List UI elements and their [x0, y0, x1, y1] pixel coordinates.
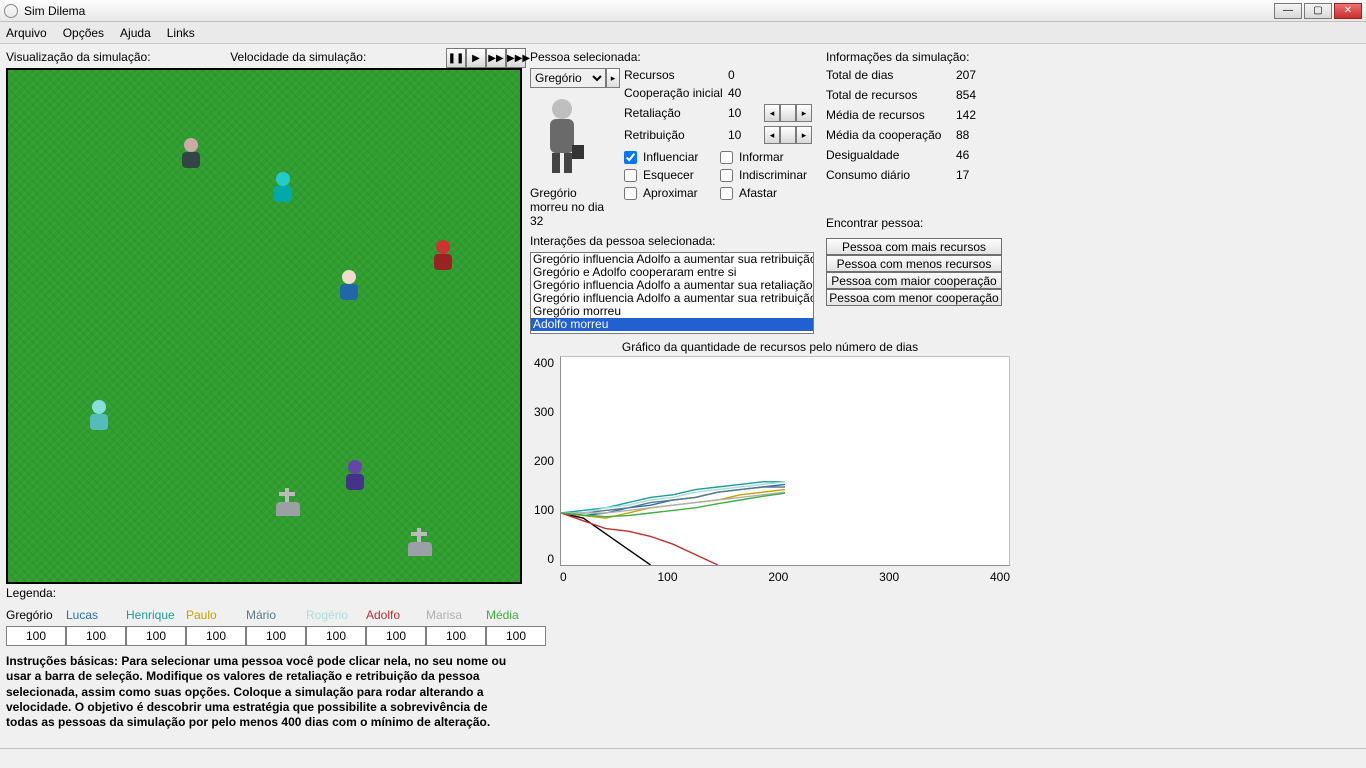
dias-value: 207	[956, 68, 1006, 82]
media-coop-label: Média da cooperação	[826, 128, 956, 142]
person-select-step[interactable]: ▸	[606, 68, 620, 88]
legend-value-1[interactable]	[66, 626, 126, 646]
desig-label: Desigualdade	[826, 148, 956, 162]
chart-canvas	[560, 356, 1010, 566]
sprite-marisa[interactable]	[178, 138, 204, 172]
dias-label: Total de dias	[826, 68, 956, 82]
sprite-lucas[interactable]	[336, 270, 362, 304]
list-item[interactable]: Adolfo morreu	[531, 318, 813, 331]
menu-links[interactable]: Links	[167, 26, 195, 40]
retal-up-button[interactable]: ▸	[796, 104, 812, 122]
check-afastar[interactable]	[720, 187, 733, 200]
app-icon	[4, 4, 18, 18]
retal-value: 10	[728, 106, 764, 120]
legend-value-2[interactable]	[126, 626, 186, 646]
check-aproximar[interactable]	[624, 187, 637, 200]
speed-faster-button[interactable]: ▶▶▶	[506, 48, 526, 68]
instructions-text: Instruções básicas: Para selecionar uma …	[6, 654, 522, 731]
legend-grid: Gregório Lucas Henrique Paulo Mário Rogé…	[6, 608, 526, 646]
window-title: Sim Dilema	[24, 4, 1274, 18]
recursos-total-label: Total de recursos	[826, 88, 956, 102]
menu-opcoes[interactable]: Opções	[63, 26, 104, 40]
legend-name-1[interactable]: Lucas	[66, 608, 122, 624]
grave-2[interactable]	[408, 528, 432, 556]
consumo-value: 17	[956, 168, 1006, 182]
speed-play-button[interactable]: ▶	[466, 48, 486, 68]
desig-value: 46	[956, 148, 1006, 162]
speed-fast-button[interactable]: ▶▶	[486, 48, 506, 68]
retal-label: Retaliação	[624, 106, 728, 120]
titlebar: Sim Dilema — ▢ ✕	[0, 0, 1366, 22]
media-coop-value: 88	[956, 128, 1006, 142]
speed-pause-button[interactable]: ❚❚	[446, 48, 466, 68]
legend-value-5[interactable]	[306, 626, 366, 646]
legend-name-7[interactable]: Marisa	[426, 608, 482, 624]
check-influenciar[interactable]	[624, 151, 637, 164]
check-informar[interactable]	[720, 151, 733, 164]
legend-value-6[interactable]	[366, 626, 426, 646]
find-label: Encontrar pessoa:	[826, 216, 1028, 230]
statusbar	[0, 748, 1366, 768]
media-rec-label: Média de recursos	[826, 108, 956, 122]
sprite-henrique[interactable]	[270, 172, 296, 206]
person-select[interactable]: Gregório	[530, 68, 606, 88]
legend-value-3[interactable]	[186, 626, 246, 646]
find-mais-button[interactable]: Pessoa com mais recursos	[826, 238, 1002, 255]
minimize-button[interactable]: —	[1274, 3, 1302, 19]
close-button[interactable]: ✕	[1334, 3, 1362, 19]
legend-name-2[interactable]: Henrique	[126, 608, 182, 624]
legend-value-0[interactable]	[6, 626, 66, 646]
legend-name-3[interactable]: Paulo	[186, 608, 242, 624]
simulation-canvas[interactable]	[6, 68, 522, 584]
vis-label: Visualização da simulação:	[6, 50, 151, 64]
maximize-button[interactable]: ▢	[1304, 3, 1332, 19]
legend-name-5[interactable]: Rogério	[306, 608, 362, 624]
find-maior-coop-button[interactable]: Pessoa com maior cooperação	[826, 272, 1002, 289]
sim-info-label: Informações da simulação:	[826, 50, 1028, 64]
death-note: Gregório morreu no dia 32	[530, 186, 616, 228]
coop-label: Cooperação inicial	[624, 86, 728, 100]
chart-y-axis: 4003002001000	[530, 356, 560, 566]
sprite-rogerio[interactable]	[86, 400, 112, 434]
recursos-value: 0	[728, 68, 764, 82]
retrib-up-button[interactable]: ▸	[796, 126, 812, 144]
retal-down-button[interactable]: ◂	[764, 104, 780, 122]
media-rec-value: 142	[956, 108, 1006, 122]
retrib-label: Retribuição	[624, 128, 728, 142]
sprite-adolfo[interactable]	[430, 240, 456, 274]
find-menos-button[interactable]: Pessoa com menos recursos	[826, 255, 1002, 272]
sprite-mario[interactable]	[342, 460, 368, 494]
menu-ajuda[interactable]: Ajuda	[120, 26, 151, 40]
consumo-label: Consumo diário	[826, 168, 956, 182]
recursos-total-value: 854	[956, 88, 1006, 102]
retal-mid-button[interactable]	[780, 104, 796, 122]
interactions-list[interactable]: Gregório influencia Adolfo a aumentar su…	[530, 252, 814, 334]
legend-name-0[interactable]: Gregório	[6, 608, 62, 624]
interactions-label: Interações da pessoa selecionada:	[530, 234, 822, 248]
legend-value-7[interactable]	[426, 626, 486, 646]
retrib-down-button[interactable]: ◂	[764, 126, 780, 144]
menubar: Arquivo Opções Ajuda Links	[0, 22, 1366, 44]
selected-person-label: Pessoa selecionada:	[530, 50, 822, 64]
legend-value-4[interactable]	[246, 626, 306, 646]
check-esquecer[interactable]	[624, 169, 637, 182]
retrib-mid-button[interactable]	[780, 126, 796, 144]
legend-name-4[interactable]: Mário	[246, 608, 302, 624]
recursos-label: Recursos	[624, 68, 728, 82]
legend-name-6[interactable]: Adolfo	[366, 608, 422, 624]
avatar	[530, 90, 594, 180]
grave-1[interactable]	[276, 488, 300, 516]
speed-label: Velocidade da simulação:	[230, 50, 366, 64]
check-indiscriminar[interactable]	[720, 169, 733, 182]
coop-value: 40	[728, 86, 764, 100]
legend-label: Legenda:	[6, 586, 526, 600]
retrib-value: 10	[728, 128, 764, 142]
find-menor-coop-button[interactable]: Pessoa com menor cooperação	[826, 289, 1002, 306]
menu-arquivo[interactable]: Arquivo	[6, 26, 47, 40]
